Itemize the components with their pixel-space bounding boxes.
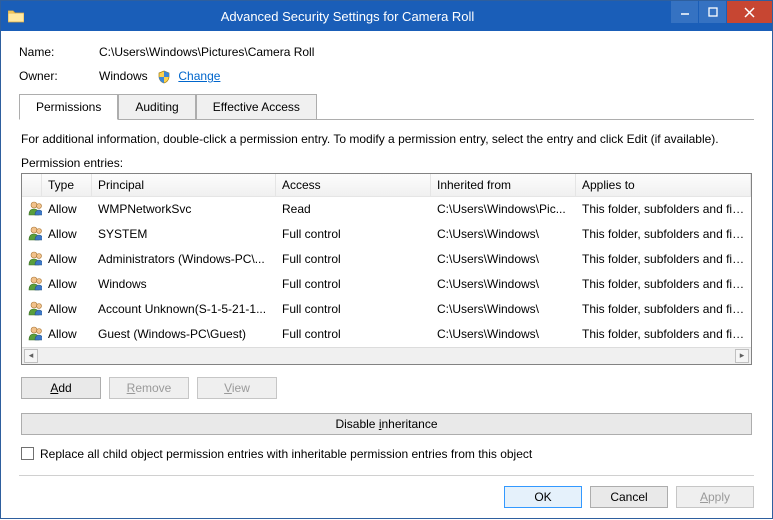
cell-access: Full control [276, 300, 431, 318]
cell-type: Allow [42, 250, 92, 268]
footer-buttons: OK Cancel Apply [19, 475, 754, 508]
cell-applies: This folder, subfolders and files [576, 325, 751, 343]
apply-button[interactable]: Apply [676, 486, 754, 508]
ok-button[interactable]: OK [504, 486, 582, 508]
cell-applies: This folder, subfolders and files [576, 300, 751, 318]
window-controls [670, 1, 772, 23]
column-access[interactable]: Access [276, 174, 431, 196]
replace-checkbox[interactable] [21, 447, 34, 460]
disable-inheritance-button[interactable]: Disable inheritance [21, 413, 752, 435]
replace-checkbox-label: Replace all child object permission entr… [40, 447, 532, 461]
cell-type: Allow [42, 200, 92, 218]
table-header: Type Principal Access Inherited from App… [22, 174, 751, 197]
tab-body: For additional information, double-click… [19, 120, 754, 461]
info-text: For additional information, double-click… [21, 132, 752, 146]
user-icon [22, 223, 42, 246]
entries-label: Permission entries: [21, 156, 752, 170]
cell-type: Allow [42, 275, 92, 293]
column-applies[interactable]: Applies to [576, 174, 751, 196]
user-icon [22, 273, 42, 296]
tab-auditing[interactable]: Auditing [118, 94, 195, 119]
owner-value: Windows Change [99, 69, 220, 84]
titlebar: Advanced Security Settings for Camera Ro… [1, 1, 772, 31]
replace-checkbox-row: Replace all child object permission entr… [21, 447, 752, 461]
column-type[interactable]: Type [42, 174, 92, 196]
column-icon[interactable] [22, 174, 42, 196]
cell-access: Full control [276, 225, 431, 243]
cell-inherited: C:\Users\Windows\ [431, 300, 576, 318]
shield-icon [157, 70, 171, 84]
table-row[interactable]: AllowWMPNetworkSvcReadC:\Users\Windows\P… [22, 197, 751, 222]
cell-type: Allow [42, 300, 92, 318]
cell-applies: This folder, subfolders and files [576, 225, 751, 243]
table-row[interactable]: AllowGuest (Windows-PC\Guest)Full contro… [22, 322, 751, 347]
cell-principal: Guest (Windows-PC\Guest) [92, 325, 276, 343]
table-row[interactable]: AllowSYSTEMFull controlC:\Users\Windows\… [22, 222, 751, 247]
cell-applies: This folder, subfolders and files [576, 250, 751, 268]
column-principal[interactable]: Principal [92, 174, 276, 196]
permissions-table: Type Principal Access Inherited from App… [21, 173, 752, 365]
table-body: AllowWMPNetworkSvcReadC:\Users\Windows\P… [22, 197, 751, 347]
content-area: Name: C:\Users\Windows\Pictures\Camera R… [1, 31, 772, 520]
owner-row: Owner: Windows Change [19, 69, 754, 84]
cell-type: Allow [42, 225, 92, 243]
change-owner-link[interactable]: Change [178, 69, 220, 83]
owner-label: Owner: [19, 69, 99, 83]
table-row[interactable]: AllowAccount Unknown(S-1-5-21-1...Full c… [22, 297, 751, 322]
cell-inherited: C:\Users\Windows\ [431, 275, 576, 293]
cell-inherited: C:\Users\Windows\ [431, 325, 576, 343]
horizontal-scrollbar[interactable]: ◂ ▸ [22, 347, 751, 364]
tab-effective-access[interactable]: Effective Access [196, 94, 317, 119]
cell-inherited: C:\Users\Windows\Pic... [431, 200, 576, 218]
owner-name: Windows [99, 69, 148, 83]
user-icon [22, 323, 42, 346]
name-label: Name: [19, 45, 99, 59]
scroll-right-icon[interactable]: ▸ [735, 349, 749, 363]
cell-inherited: C:\Users\Windows\ [431, 225, 576, 243]
window-title: Advanced Security Settings for Camera Ro… [33, 9, 772, 24]
cell-applies: This folder, subfolders and files [576, 200, 751, 218]
cell-principal: Administrators (Windows-PC\... [92, 250, 276, 268]
column-inherited[interactable]: Inherited from [431, 174, 576, 196]
cell-type: Allow [42, 325, 92, 343]
view-button-rest: iew [232, 381, 250, 395]
cell-principal: Account Unknown(S-1-5-21-1... [92, 300, 276, 318]
table-row[interactable]: AllowAdministrators (Windows-PC\...Full … [22, 247, 751, 272]
add-button-rest: dd [58, 381, 71, 395]
maximize-button[interactable] [698, 1, 726, 23]
user-icon [22, 198, 42, 221]
scroll-left-icon[interactable]: ◂ [24, 349, 38, 363]
cell-access: Read [276, 200, 431, 218]
minimize-button[interactable] [670, 1, 698, 23]
apply-button-rest: pply [708, 490, 730, 504]
disable-inheritance-row: Disable inheritance [21, 413, 752, 435]
add-button[interactable]: Add [21, 377, 101, 399]
view-button[interactable]: View [197, 377, 277, 399]
cell-inherited: C:\Users\Windows\ [431, 250, 576, 268]
user-icon [22, 298, 42, 321]
table-row[interactable]: AllowWindowsFull controlC:\Users\Windows… [22, 272, 751, 297]
folder-icon [7, 7, 25, 25]
name-row: Name: C:\Users\Windows\Pictures\Camera R… [19, 45, 754, 59]
cell-principal: Windows [92, 275, 276, 293]
remove-button[interactable]: Remove [109, 377, 189, 399]
tab-strip: Permissions Auditing Effective Access [19, 94, 754, 120]
cell-access: Full control [276, 250, 431, 268]
cell-access: Full control [276, 275, 431, 293]
close-button[interactable] [726, 1, 772, 23]
user-icon [22, 248, 42, 271]
cell-principal: WMPNetworkSvc [92, 200, 276, 218]
cell-access: Full control [276, 325, 431, 343]
cell-applies: This folder, subfolders and files [576, 275, 751, 293]
cancel-button[interactable]: Cancel [590, 486, 668, 508]
name-value: C:\Users\Windows\Pictures\Camera Roll [99, 45, 314, 59]
cell-principal: SYSTEM [92, 225, 276, 243]
entry-buttons: Add Remove View [21, 377, 752, 399]
remove-button-rest: emove [135, 381, 171, 395]
tab-permissions[interactable]: Permissions [19, 94, 118, 120]
